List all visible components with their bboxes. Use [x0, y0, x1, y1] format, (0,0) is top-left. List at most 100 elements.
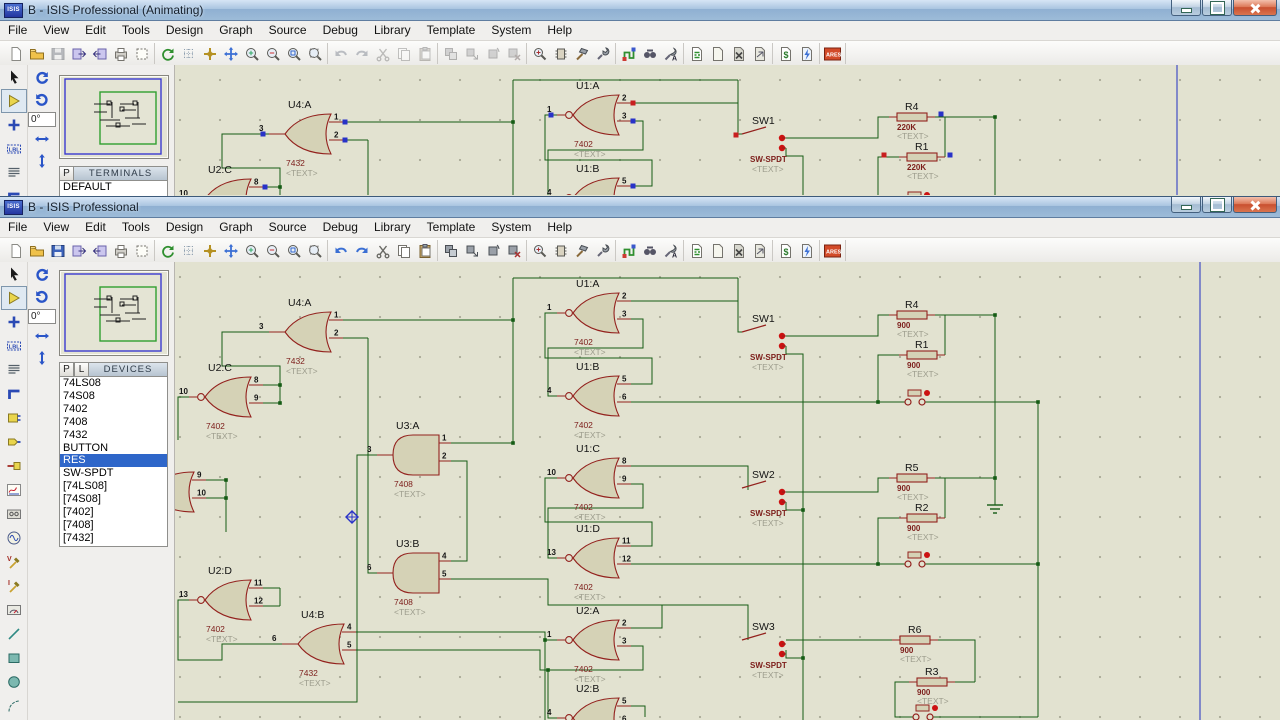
netlist-to-ares-button[interactable]: ARES — [822, 44, 843, 64]
minimize-button[interactable] — [1171, 0, 1201, 16]
export-section-button[interactable] — [89, 241, 110, 261]
tool-current-probe-mode[interactable]: I — [1, 574, 27, 598]
block-copy-button[interactable] — [440, 44, 461, 64]
tool-tape-recorder-mode[interactable] — [1, 502, 27, 526]
menu-system[interactable]: System — [483, 21, 539, 40]
menu-tools[interactable]: Tools — [114, 21, 158, 40]
bill-of-materials-button[interactable]: $ — [775, 44, 796, 64]
menu-help[interactable]: Help — [539, 21, 580, 40]
pick-device-button[interactable] — [529, 44, 550, 64]
menu-help[interactable]: Help — [539, 218, 580, 237]
print-button[interactable] — [110, 44, 131, 64]
selector-item-7402[interactable]: 7402 — [60, 403, 167, 416]
refresh-display-button[interactable] — [157, 44, 178, 64]
mark-output-area-button[interactable] — [131, 241, 152, 261]
tool-generator-mode[interactable] — [1, 526, 27, 550]
schematic-editor[interactable]: U4:A7432<TEXT>123U2:C7402<TEXT>8910U3:A7… — [175, 65, 1280, 196]
zoom-all-button[interactable] — [283, 241, 304, 261]
redo-button[interactable] — [351, 241, 372, 261]
goto-sheet-button[interactable] — [749, 44, 770, 64]
menu-view[interactable]: View — [35, 218, 77, 237]
tool-subcircuit-mode[interactable] — [1, 406, 27, 430]
selector-pick-button[interactable]: P — [59, 166, 74, 181]
undo-button[interactable] — [330, 44, 351, 64]
wire-autorouter-button[interactable] — [618, 44, 639, 64]
paste-button[interactable] — [414, 241, 435, 261]
make-device-button[interactable] — [550, 44, 571, 64]
menu-edit[interactable]: Edit — [77, 218, 114, 237]
menu-debug[interactable]: Debug — [315, 21, 366, 40]
rotate-clockwise-button[interactable] — [30, 264, 54, 286]
close-button[interactable] — [1233, 197, 1277, 213]
selector-item-7408[interactable]: [7408] — [60, 519, 167, 532]
property-assignment-button[interactable]: A — [660, 241, 681, 261]
zoom-out-button[interactable] — [262, 44, 283, 64]
selector-item-res[interactable]: RES — [60, 454, 167, 468]
property-assignment-button[interactable]: A — [660, 44, 681, 64]
menu-graph[interactable]: Graph — [211, 21, 260, 40]
save-design-button[interactable] — [47, 44, 68, 64]
overview-minimap[interactable] — [59, 75, 169, 159]
menu-edit[interactable]: Edit — [77, 21, 114, 40]
tool-virtual-instruments-mode[interactable] — [1, 598, 27, 622]
tool-junction-dot-mode[interactable] — [1, 310, 27, 334]
copy-button[interactable] — [393, 241, 414, 261]
tool-terminals-mode[interactable] — [1, 430, 27, 454]
print-button[interactable] — [110, 241, 131, 261]
electrical-rules-check-button[interactable] — [796, 241, 817, 261]
block-delete-button[interactable] — [503, 44, 524, 64]
selector-item-74ls08[interactable]: [74LS08] — [60, 480, 167, 493]
cut-button[interactable] — [372, 241, 393, 261]
packaging-tool-button[interactable] — [571, 241, 592, 261]
menu-file[interactable]: File — [0, 21, 35, 40]
rotation-angle-field[interactable]: 0° — [28, 309, 56, 324]
goto-sheet-button[interactable] — [749, 241, 770, 261]
flip-vertical-button[interactable] — [30, 150, 54, 172]
tool-component-mode[interactable] — [1, 286, 27, 310]
selector-pick-button[interactable]: P — [59, 362, 74, 377]
menu-graph[interactable]: Graph — [211, 218, 260, 237]
toggle-false-origin-button[interactable] — [199, 44, 220, 64]
remove-sheet-button[interactable] — [728, 241, 749, 261]
block-delete-button[interactable] — [503, 241, 524, 261]
block-move-button[interactable] — [461, 44, 482, 64]
make-device-button[interactable] — [550, 241, 571, 261]
tool-2d-box[interactable] — [1, 646, 27, 670]
menu-library[interactable]: Library — [366, 218, 419, 237]
redo-button[interactable] — [351, 44, 372, 64]
window-titlebar[interactable]: ISIS B - ISIS Professional — [0, 197, 1280, 218]
zoom-area-button[interactable] — [304, 241, 325, 261]
maximize-button[interactable] — [1202, 0, 1232, 16]
tool-2d-arc[interactable] — [1, 694, 27, 718]
tool-component-mode[interactable] — [1, 89, 27, 113]
pick-device-button[interactable] — [529, 241, 550, 261]
zoom-out-button[interactable] — [262, 241, 283, 261]
design-explorer-button[interactable] — [686, 241, 707, 261]
menu-library[interactable]: Library — [366, 21, 419, 40]
undo-button[interactable] — [330, 241, 351, 261]
tool-text-script-mode[interactable] — [1, 358, 27, 382]
menu-debug[interactable]: Debug — [315, 218, 366, 237]
import-section-button[interactable] — [68, 44, 89, 64]
remove-sheet-button[interactable] — [728, 44, 749, 64]
tool-wire-label-mode[interactable]: LBL — [1, 334, 27, 358]
design-explorer-button[interactable] — [686, 44, 707, 64]
schematic-editor[interactable]: U4:A7432<TEXT>123U2:C7402<TEXT>8910U3:A7… — [175, 262, 1280, 720]
open-design-button[interactable] — [26, 241, 47, 261]
electrical-rules-check-button[interactable] — [796, 44, 817, 64]
rotate-clockwise-button[interactable] — [30, 67, 54, 89]
flip-vertical-button[interactable] — [30, 347, 54, 369]
search-tag-button[interactable] — [639, 44, 660, 64]
minimize-button[interactable] — [1171, 197, 1201, 213]
save-design-button[interactable] — [47, 241, 68, 261]
decompose-button[interactable] — [592, 241, 613, 261]
new-file-button[interactable] — [5, 241, 26, 261]
rotate-anticlockwise-button[interactable] — [30, 286, 54, 308]
selector-item-default[interactable]: DEFAULT — [60, 181, 167, 194]
paste-button[interactable] — [414, 44, 435, 64]
selector-item-7408[interactable]: 7408 — [60, 416, 167, 429]
zoom-in-button[interactable] — [241, 241, 262, 261]
selector-item-7432[interactable]: [7432] — [60, 532, 167, 545]
open-design-button[interactable] — [26, 44, 47, 64]
close-button[interactable] — [1233, 0, 1277, 16]
